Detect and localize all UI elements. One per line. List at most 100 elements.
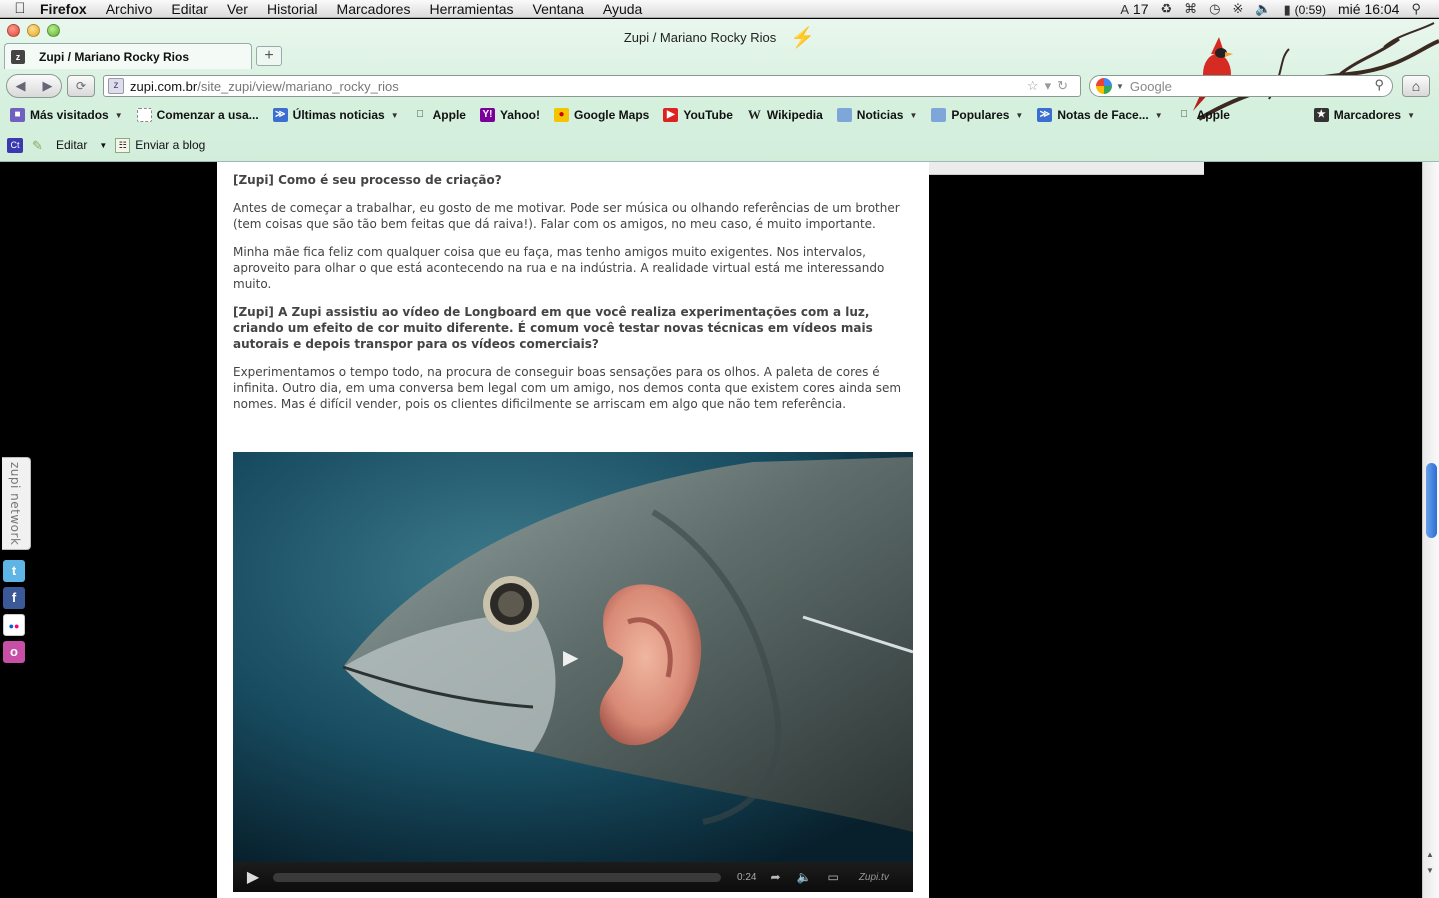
folder-icon (931, 108, 947, 122)
folder-icon (836, 108, 852, 122)
wifi-icon[interactable]: ⌘ (1184, 1, 1197, 17)
menu-ventana[interactable]: Ventana (533, 1, 584, 17)
orkut-icon[interactable]: o (3, 641, 25, 663)
apple-menu-icon[interactable]:  (0, 0, 40, 17)
address-bar[interactable]: z zupi.com.br/site_zupi/view/mariano_roc… (103, 75, 1081, 97)
url-path: /site_zupi/view/mariano_rocky_rios (197, 78, 399, 94)
tab-bar: z Zupi / Mariano Rocky Rios + (0, 43, 1439, 69)
extension-toolbar: Ct ✎ Editar ▼ ☷ Enviar a blog (0, 134, 1439, 156)
bookmark-getting-started[interactable]: Comenzar a usa... (136, 108, 259, 122)
home-button[interactable]: ⌂ (1402, 75, 1430, 97)
video-progress-bar[interactable] (273, 872, 721, 882)
video-player[interactable]: ▶ ▶ 0:24 ➦ 🔈 ▭ Zupi.tv (233, 452, 913, 892)
menu-herramientas[interactable]: Herramientas (429, 1, 513, 17)
menu-ayuda[interactable]: Ayuda (603, 1, 642, 17)
answer-3: Experimentamos o tempo todo, na procura … (233, 365, 902, 411)
dropdown-arrow-icon: ▼ (1407, 110, 1415, 120)
menu-ver[interactable]: Ver (227, 1, 248, 17)
zupi-favicon-icon: z (11, 49, 25, 64)
edit-pencil-icon: ✎ (32, 137, 43, 153)
ct-extension-button[interactable]: Ct (7, 137, 23, 153)
scrollbar-thumb[interactable] (1426, 463, 1437, 538)
right-column-strip (929, 162, 1204, 175)
reload-stop-button[interactable]: ⟳ (67, 75, 95, 97)
app-menu[interactable]: Firefox (40, 1, 87, 17)
menu-archivo[interactable]: Archivo (106, 1, 153, 17)
send-to-blog-button[interactable]: Enviar a blog (135, 138, 205, 152)
search-icon[interactable]: ⚲ (1374, 77, 1384, 93)
clock[interactable]: mié 16:04 (1338, 1, 1399, 17)
interview-text: [Zupi] Como é seu processo de criação? A… (233, 172, 913, 424)
share-icon[interactable]: ➦ (770, 870, 780, 884)
scroll-down-icon[interactable]: ▼ (1426, 866, 1434, 875)
answer-1: Antes de começar a trabalhar, eu gosto d… (233, 201, 900, 231)
url-actions: ☆▾↻ (1027, 78, 1074, 94)
flickr-icon[interactable]: ●● (3, 614, 25, 636)
bookmark-latest-news[interactable]: ≫ Últimas noticias ▼ (272, 108, 399, 122)
reload-icon[interactable]: ↻ (1057, 78, 1074, 93)
spotlight-icon[interactable]: ⚲ (1411, 1, 1421, 17)
bookmark-folder-noticias[interactable]: Noticias ▼ (836, 108, 918, 122)
bookmark-facebook-notes[interactable]: ≫ Notas de Face... ▼ (1037, 108, 1163, 122)
video-duration: 0:24 (737, 871, 757, 883)
menu-marcadores[interactable]: Marcadores (337, 1, 411, 17)
battery-status[interactable]: ▮ (0:59) (1284, 1, 1326, 18)
dropdown-arrow-icon: ▼ (390, 110, 399, 120)
volume-icon[interactable]: 🔈 (797, 870, 812, 884)
edit-dropdown-icon[interactable]: ▼ (99, 141, 107, 150)
page-icon (136, 108, 152, 122)
adobe-status-item[interactable]: A 17 (1120, 1, 1148, 17)
wikipedia-icon: W (747, 107, 761, 122)
vertical-scrollbar[interactable]: ▲ ▼ (1422, 162, 1439, 898)
search-placeholder: Google (1129, 78, 1172, 94)
time-machine-icon[interactable]: ◷ (1209, 1, 1220, 17)
rss-icon: ≫ (272, 108, 288, 122)
url-history-dropdown-icon[interactable]: ▾ (1045, 78, 1058, 93)
new-tab-button[interactable]: + (256, 46, 282, 66)
sync-icon[interactable]: ♻ (1160, 1, 1172, 17)
bookmark-star-icon[interactable]: ☆ (1027, 78, 1045, 93)
bookmark-yahoo[interactable]: Y! Yahoo! (479, 108, 540, 122)
zupi-tv-logo[interactable]: Zupi.tv (859, 872, 889, 883)
bookmark-youtube[interactable]: ▶ YouTube (663, 108, 733, 122)
dropdown-arrow-icon: ▼ (114, 110, 123, 120)
answer-2: Minha mãe fica feliz com qualquer coisa … (233, 245, 885, 291)
zupi-network-tab[interactable]: zupi network (2, 457, 31, 550)
google-maps-icon: ● (553, 108, 569, 122)
yahoo-icon: Y! (479, 108, 495, 122)
scroll-up-icon[interactable]: ▲ (1426, 850, 1434, 859)
twitter-icon[interactable]: t (3, 560, 25, 582)
google-engine-icon[interactable] (1096, 78, 1112, 94)
search-box[interactable]: ▼ Google ⚲ (1089, 75, 1393, 97)
bookmark-wikipedia[interactable]: W Wikipedia (747, 107, 823, 123)
url-host: zupi.com.br (130, 78, 198, 94)
bookmark-apple[interactable]: Apple (413, 108, 466, 122)
play-overlay-icon[interactable]: ▶ (563, 645, 578, 670)
play-button-icon[interactable]: ▶ (233, 867, 273, 887)
dropdown-arrow-icon: ▼ (1015, 110, 1024, 120)
forward-button[interactable]: ▶ (34, 78, 61, 94)
fullscreen-icon[interactable]: ▭ (827, 870, 838, 884)
menu-bar:  Firefox Archivo Editar Ver Historial M… (0, 0, 1439, 18)
volume-icon[interactable]: 🔈 (1255, 1, 1271, 17)
bookmark-apple-2[interactable]: Apple (1177, 108, 1230, 122)
site-identity-icon[interactable]: z (108, 78, 124, 94)
menu-historial[interactable]: Historial (267, 1, 318, 17)
bookmark-google-maps[interactable]: ● Google Maps (553, 108, 649, 122)
tab-zupi[interactable]: z Zupi / Mariano Rocky Rios (4, 43, 252, 69)
bluetooth-icon[interactable]: ※ (1232, 1, 1243, 17)
edit-button[interactable]: Editar (56, 138, 87, 152)
bookmarks-menu-button[interactable]: ★ Marcadores ▼ (1313, 104, 1415, 126)
rss-icon: ≫ (1037, 108, 1053, 122)
bookmark-folder-populares[interactable]: Populares ▼ (931, 108, 1023, 122)
engine-dropdown-icon[interactable]: ▼ (1116, 82, 1124, 91)
back-button[interactable]: ◀ (7, 78, 34, 94)
apple-icon:  (413, 108, 428, 122)
bookmark-most-visited[interactable]: ■ Más visitados ▼ (10, 108, 123, 122)
facebook-icon[interactable]: f (3, 587, 25, 609)
blog-icon: ☷ (115, 137, 131, 153)
menu-editar[interactable]: Editar (171, 1, 208, 17)
most-visited-icon: ■ (10, 108, 25, 122)
dropdown-arrow-icon: ▼ (909, 110, 918, 120)
battery-icon: ▮ (1283, 1, 1291, 17)
